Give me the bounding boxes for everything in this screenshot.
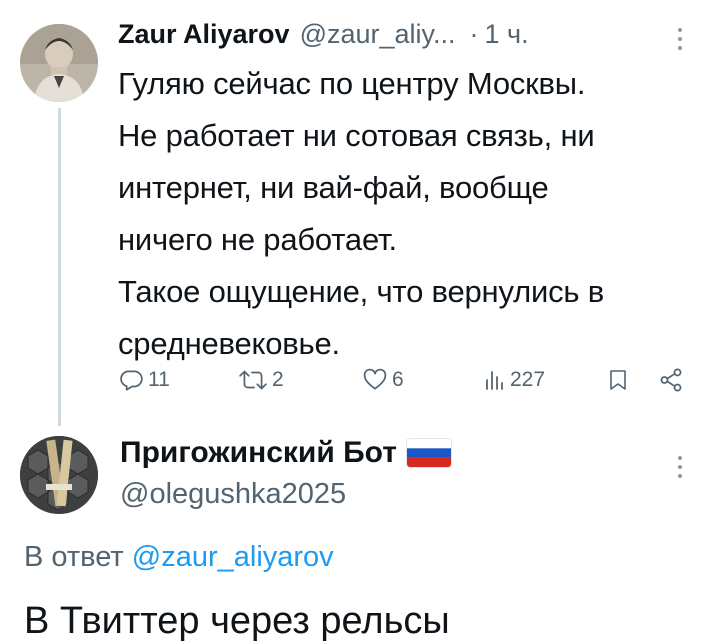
like-button[interactable]: 6 — [362, 360, 404, 400]
tweet-text: Гуляю сейчас по центру Москвы. Не работа… — [118, 58, 708, 370]
views-icon — [486, 371, 503, 390]
author-name[interactable]: Пригожинский Бот — [120, 436, 397, 470]
reply-icon — [120, 370, 143, 391]
avatar-photo — [20, 436, 98, 514]
tweet-text-line: Такое ощущение, что вернулись в — [118, 274, 605, 309]
tweet-text-line: Не работает ни сотовая связь, ни — [118, 118, 595, 153]
bookmark-button[interactable] — [606, 360, 630, 400]
thread-line — [58, 108, 61, 426]
share-icon — [660, 368, 682, 392]
share-button[interactable] — [658, 360, 684, 400]
reply-mention-link[interactable]: @zaur_aliyarov — [132, 541, 334, 573]
author-name[interactable]: Zaur Aliyarov — [118, 19, 290, 50]
repost-button[interactable]: 2 — [238, 360, 284, 400]
author-handle[interactable]: @zaur_aliy... — [300, 19, 456, 50]
avatar[interactable] — [20, 436, 98, 514]
reply-author: Пригожинский Бот — [120, 430, 451, 476]
views-count: 227 — [510, 368, 546, 391]
repost-icon — [239, 370, 267, 390]
tweet[interactable]: Zaur Aliyarov @zaur_aliy... · 1 ч. Гуляю… — [0, 0, 720, 426]
reply-count: 11 — [148, 368, 170, 391]
reply-prefix: В ответ — [24, 541, 124, 573]
repost-count: 2 — [272, 368, 284, 391]
tweet-header: Zaur Aliyarov @zaur_aliy... · 1 ч. — [118, 14, 698, 54]
reply-text: В Твиттер через рельсы — [24, 600, 450, 642]
avatar[interactable] — [20, 24, 98, 102]
like-icon — [363, 368, 387, 390]
bookmark-icon — [610, 370, 626, 390]
views-button[interactable]: 227 — [482, 360, 545, 400]
more-icon[interactable] — [670, 452, 690, 482]
tweet-text-line: интернет, ни вай-фай, вообще — [118, 170, 549, 205]
tweet-text-line: Гуляю сейчас по центру Москвы. — [118, 66, 586, 101]
tweet-actions: 11 2 6 227 — [118, 360, 696, 400]
timestamp[interactable]: 1 ч. — [485, 19, 529, 50]
reply-context: В ответ @zaur_aliyarov — [24, 541, 334, 574]
avatar-photo — [20, 24, 98, 102]
separator: · — [469, 18, 479, 49]
author-handle[interactable]: @olegushka2025 — [120, 478, 346, 511]
reply-button[interactable]: 11 — [118, 360, 170, 400]
tweet-text-line: ничего не работает. — [118, 222, 397, 257]
russia-flag-icon — [406, 439, 451, 467]
more-icon[interactable] — [670, 24, 690, 54]
like-count: 6 — [392, 368, 404, 391]
